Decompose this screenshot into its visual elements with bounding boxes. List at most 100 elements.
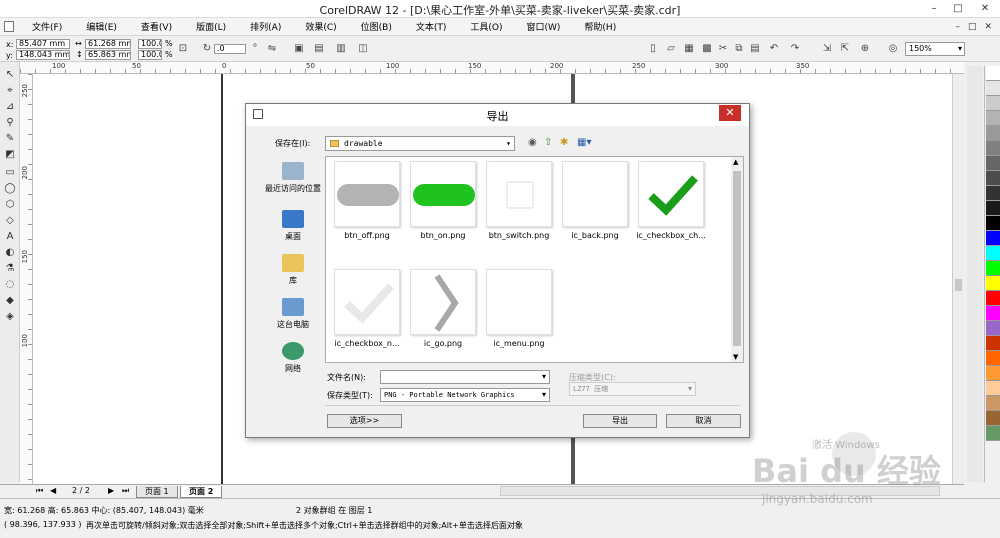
color-swatch[interactable]: [986, 396, 1000, 411]
docker-tabs[interactable]: [967, 66, 983, 482]
place-network[interactable]: 网络: [255, 342, 331, 374]
tab-page-2[interactable]: 页面 2: [180, 486, 223, 498]
save-in-select[interactable]: drawable ▾: [325, 136, 515, 151]
menu-tools[interactable]: 工具(O): [458, 20, 514, 33]
new-folder-icon[interactable]: ✱: [560, 138, 568, 148]
basic-shapes-tool-icon[interactable]: ◇: [2, 214, 18, 228]
color-swatch[interactable]: [986, 216, 1000, 231]
color-swatch[interactable]: [986, 306, 1000, 321]
options-button[interactable]: 选项>>: [327, 414, 402, 428]
file-item[interactable]: btn_switch.png: [482, 161, 556, 240]
file-item[interactable]: ic_checkbox_ch...: [634, 161, 708, 240]
menu-text[interactable]: 文本(T): [404, 20, 459, 33]
color-swatch[interactable]: [986, 261, 1000, 276]
file-item[interactable]: ic_back.png: [558, 161, 632, 240]
cancel-button[interactable]: 取消: [666, 414, 741, 428]
color-swatch[interactable]: [986, 111, 1000, 126]
color-swatch[interactable]: [986, 336, 1000, 351]
chevron-down-icon[interactable]: ▾: [542, 371, 546, 383]
filename-input[interactable]: ▾: [380, 370, 550, 384]
vertical-scrollbar[interactable]: [952, 74, 964, 484]
redo-icon[interactable]: ↷: [788, 42, 802, 56]
eyedropper-tool-icon[interactable]: ⚗: [2, 262, 18, 276]
doc-minimize-button[interactable]: –: [955, 22, 960, 32]
file-list-scroll-thumb[interactable]: [733, 171, 741, 346]
color-swatch[interactable]: [986, 66, 1000, 81]
interactive-fill-tool-icon[interactable]: ◈: [2, 310, 18, 324]
zoom-level-select[interactable]: 150%: [905, 42, 965, 56]
color-swatch[interactable]: [986, 366, 1000, 381]
interactive-blend-tool-icon[interactable]: ◐: [2, 246, 18, 260]
last-page-button[interactable]: ⏭: [122, 486, 129, 496]
color-swatch[interactable]: [986, 96, 1000, 111]
mirror-icon[interactable]: ⇋: [265, 42, 279, 56]
vertical-scroll-thumb[interactable]: [955, 279, 962, 291]
color-palette[interactable]: [984, 66, 1000, 482]
color-swatch[interactable]: [986, 291, 1000, 306]
color-swatch[interactable]: [986, 201, 1000, 216]
filetype-select[interactable]: PNG - Portable Network Graphics ▾: [380, 388, 550, 402]
dialog-close-button[interactable]: ✕: [719, 105, 741, 121]
color-swatch[interactable]: [986, 276, 1000, 291]
file-item[interactable]: ic_checkbox_n...: [330, 269, 404, 348]
menu-arrange[interactable]: 排列(A): [238, 20, 293, 33]
file-item[interactable]: ic_go.png: [406, 269, 480, 348]
cut-icon[interactable]: ✂: [716, 42, 730, 56]
rotate-icon[interactable]: ↻: [200, 42, 214, 56]
group-icon[interactable]: ▣: [292, 42, 306, 56]
menu-layout[interactable]: 版面(L): [184, 20, 238, 33]
place-desktop[interactable]: 桌面: [255, 210, 331, 242]
menu-edit[interactable]: 编辑(E): [74, 20, 129, 33]
scale-y-field[interactable]: 100.0: [138, 50, 162, 60]
document-icon[interactable]: [4, 21, 14, 32]
color-swatch[interactable]: [986, 351, 1000, 366]
menu-help[interactable]: 帮助(H): [572, 20, 628, 33]
file-item[interactable]: btn_on.png: [406, 161, 480, 240]
file-list[interactable]: ▲ ▼ btn_off.png btn_on.png btn_switch.png i…: [325, 156, 744, 363]
color-swatch[interactable]: [986, 126, 1000, 141]
close-button[interactable]: ✕: [970, 0, 1000, 16]
polygon-tool-icon[interactable]: ⬡: [2, 198, 18, 212]
place-libraries[interactable]: 库: [255, 254, 331, 286]
rectangle-tool-icon[interactable]: ▭: [2, 166, 18, 180]
width-field[interactable]: 61.268 mm: [85, 39, 131, 49]
doc-close-button[interactable]: ✕: [984, 22, 992, 32]
color-swatch[interactable]: [986, 171, 1000, 186]
pick-tool-icon[interactable]: ↖: [2, 68, 18, 82]
lock-ratio-icon[interactable]: ⊡: [176, 42, 190, 56]
crop-tool-icon[interactable]: ⊿: [2, 100, 18, 114]
import-icon[interactable]: ⇲: [820, 42, 834, 56]
y-position-field[interactable]: 148.043 mm: [16, 50, 70, 60]
vertical-ruler[interactable]: 250 200 150 100: [20, 74, 33, 484]
height-field[interactable]: 65.863 mm: [85, 50, 131, 60]
application-launcher-icon[interactable]: ⊕: [858, 42, 872, 56]
horizontal-ruler[interactable]: 100 50 0 50 100 150 200 250 300 350: [20, 62, 964, 74]
print-icon[interactable]: ▩: [700, 42, 714, 56]
ungroup-icon[interactable]: ▤: [312, 42, 326, 56]
corel-online-icon[interactable]: ◎: [886, 42, 900, 56]
fill-tool-icon[interactable]: ◆: [2, 294, 18, 308]
menu-window[interactable]: 窗口(W): [515, 20, 573, 33]
shape-tool-icon[interactable]: ⌖: [2, 84, 18, 98]
export-button[interactable]: 导出: [583, 414, 657, 428]
place-recent[interactable]: 最近访问的位置: [255, 162, 331, 194]
combine-icon[interactable]: ◫: [356, 42, 370, 56]
scroll-down-icon[interactable]: ▼: [733, 353, 738, 361]
color-swatch[interactable]: [986, 156, 1000, 171]
minimize-button[interactable]: –: [922, 0, 946, 16]
rotation-field[interactable]: .0: [214, 44, 246, 54]
menu-view[interactable]: 查看(V): [129, 20, 184, 33]
color-swatch[interactable]: [986, 231, 1000, 246]
view-menu-icon[interactable]: ▦▾: [577, 138, 591, 148]
export-icon[interactable]: ⇱: [838, 42, 852, 56]
text-tool-icon[interactable]: A: [2, 230, 18, 244]
next-page-button[interactable]: ▶: [108, 486, 114, 495]
color-swatch[interactable]: [986, 321, 1000, 336]
menu-effects[interactable]: 效果(C): [293, 20, 348, 33]
paste-icon[interactable]: ▤: [748, 42, 762, 56]
outline-tool-icon[interactable]: ◌: [2, 278, 18, 292]
x-position-field[interactable]: 85.407 mm: [16, 39, 70, 49]
tab-page-1[interactable]: 页面 1: [136, 486, 178, 498]
file-item[interactable]: btn_off.png: [330, 161, 404, 240]
save-icon[interactable]: ▦: [682, 42, 696, 56]
